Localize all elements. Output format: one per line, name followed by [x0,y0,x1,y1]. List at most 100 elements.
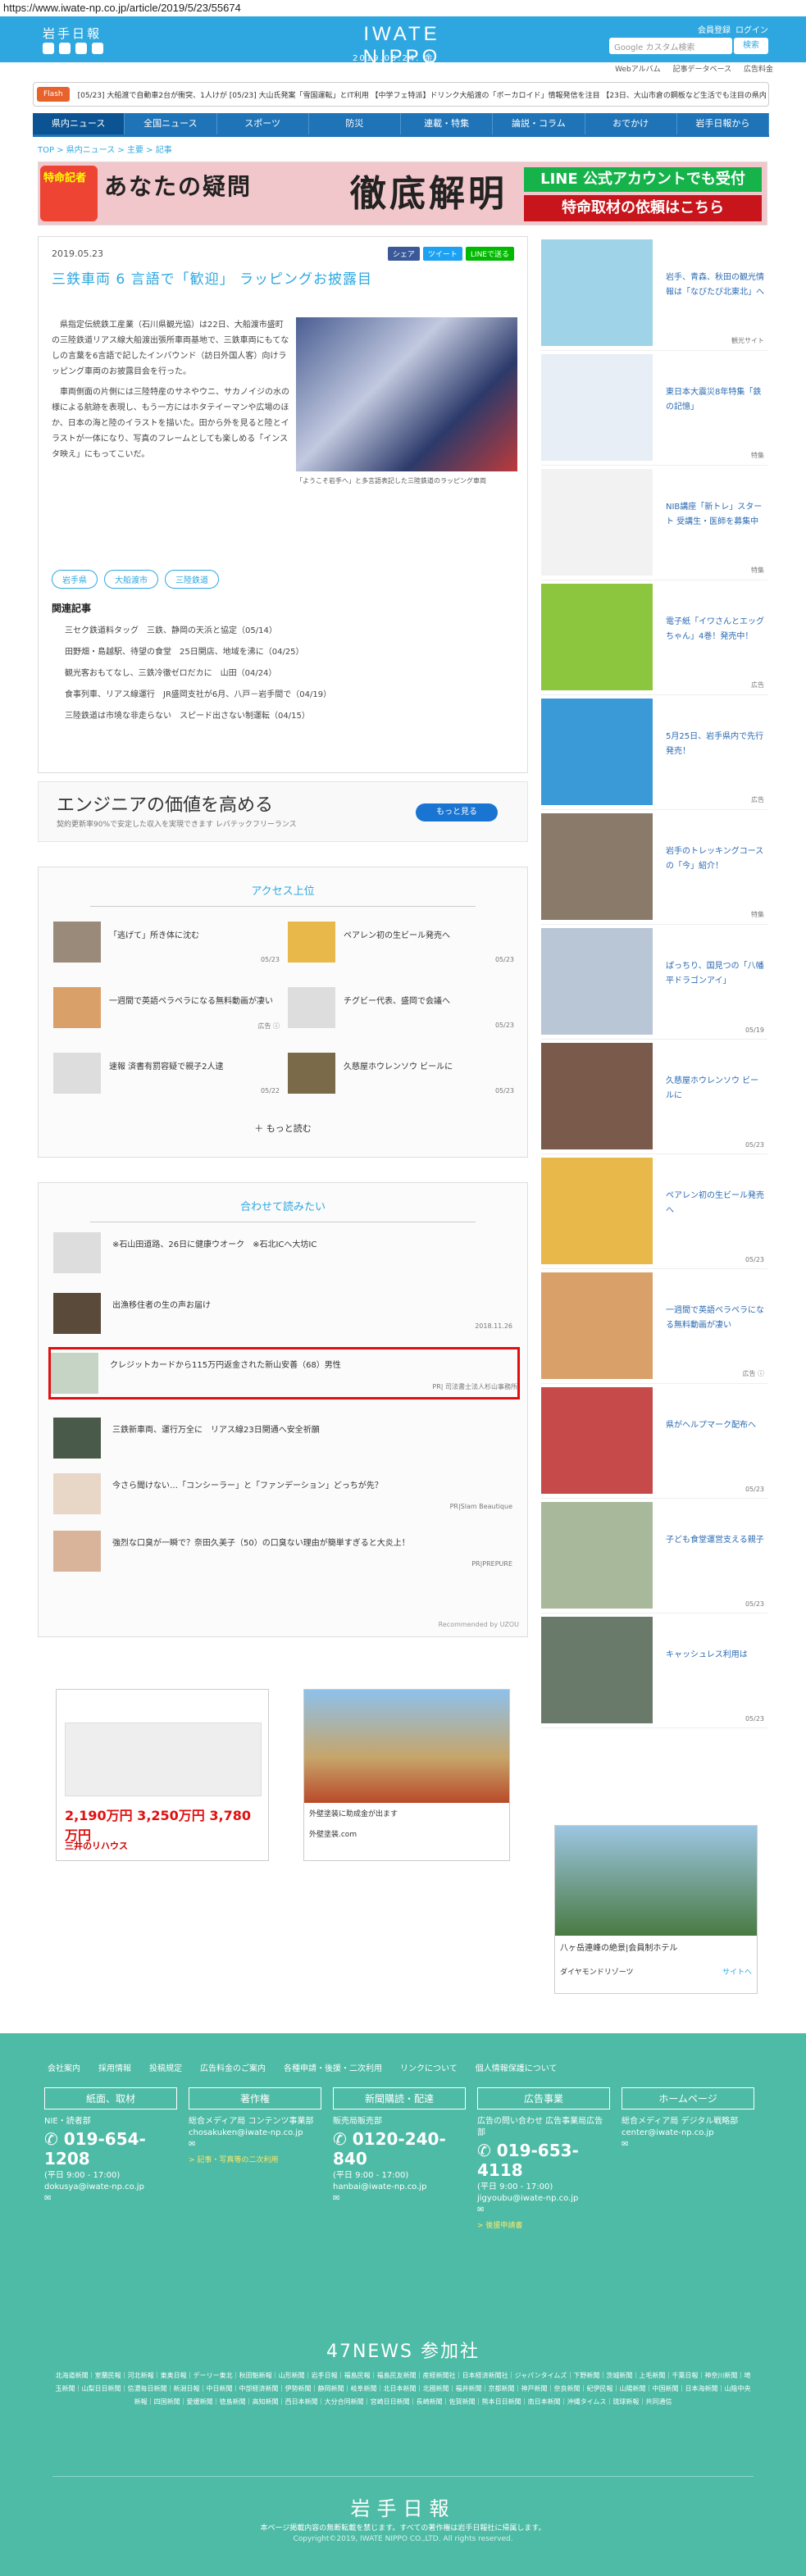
ranking-item[interactable]: 久慈屋ホウレンソウ ビールに 05/23 [288,1053,517,1102]
ad-engineer[interactable]: エンジニアの価値を高める 契約更新率90%で安定した収入を実現できます レバテッ… [38,781,528,842]
tag-sanriku-railway[interactable]: 三陸鉄道 [165,570,219,589]
ad-real-estate[interactable]: 2,190万円 3,250万円 3,780万円 三井のリハウス [56,1689,269,1861]
side-item[interactable]: 久慈屋ホウレンソウ ビールに 05/23 [541,1040,767,1154]
contact-email[interactable]: jigyoubu@iwate-np.co.jp [477,2193,610,2205]
side-item[interactable]: キャッシュレス利用は 05/23 [541,1613,767,1728]
tag-iwate[interactable]: 岩手県 [52,570,98,589]
side-item[interactable]: 岩手、青森、秋田の観光情報は「なびたび北東北」へ 観光サイト [541,236,767,351]
nav-sports[interactable]: スポーツ [217,113,309,134]
footer-link[interactable]: 個人情報保護について [476,2061,558,2073]
recommend-item[interactable]: ※石山田道路、26日に健康ウオーク ※石北ICへ大坊IC [53,1229,512,1277]
banner-line-button[interactable]: LINE 公式アカウントでも受付 [524,167,762,192]
more-button[interactable]: ＋ もっと読む [39,1122,527,1135]
secondary-use-link[interactable]: > 記事・写真等の二次利用 [189,2154,321,2164]
ranking-text: チグビー代表、盛岡で会議へ [344,997,450,1006]
ad-painting[interactable]: 外壁塗装に助成金が出ます 外壁塗装.com [303,1689,510,1861]
nav-from-iwate-nippo[interactable]: 岩手日報から [677,113,769,134]
subnav-database[interactable]: 記事データベース [673,66,732,74]
uzou-credit[interactable]: Recommended by UZOU [439,1621,519,1628]
phone-number[interactable]: ✆ 0120-240-840 [333,2129,466,2169]
contact-email[interactable]: chosakuken@iwate-np.co.jp [189,2128,321,2139]
ad-site-link[interactable]: サイトへ [722,1966,752,1977]
mail-icon[interactable]: ✉ [189,2139,321,2150]
banner-request-button[interactable]: 特命取材の依頼はこちら [524,195,762,221]
promo-banner[interactable]: 特命記者 あなたの疑問 徹底解明 LINE 公式アカウントでも受付 特命取材の依… [38,162,767,225]
footer-link[interactable]: 会社案内 [48,2061,80,2073]
ranking-date: 05/23 [494,1022,514,1029]
footer-link[interactable]: 投稿規定 [149,2061,182,2073]
nav-local-news[interactable]: 県内ニュース [33,113,125,134]
related-item[interactable]: 田野畑・島越駅、待望の食堂 25日開店、地域を沸に（04/25） [65,642,331,663]
subnav-album[interactable]: Webアルバム [615,66,661,74]
ranking-item[interactable]: 速報 済書有罰容疑で親子2人逮 05/22 [53,1053,283,1102]
ranking-item[interactable]: ペアレン初の生ビール発売へ 05/23 [288,922,517,971]
ad-more-button[interactable]: もっと見る [416,803,498,821]
ranking-item[interactable]: チグビー代表、盛岡で会議へ 05/23 [288,987,517,1036]
footer-logo[interactable]: 岩手日報 [0,2492,806,2521]
mail-icon[interactable]: ✉ [333,2193,466,2205]
side-item[interactable]: ペアレン初の生ビール発売へ 05/23 [541,1154,767,1269]
side-item[interactable]: NIB講座「新トレ」スタート 受講生・医師を募集中 特集 [541,466,767,580]
recommend-item[interactable]: 強烈な口臭が一瞬で？奈田久美子（50）の口臭ない理由が簡単すぎると大炎上！ PR|… [53,1527,512,1575]
phone-number[interactable]: ✆ 019-653-4118 [477,2141,610,2180]
ad-logo: 三井のリハウス [65,1841,128,1851]
mail-icon[interactable]: ✉ [44,2193,177,2205]
register-link[interactable]: 会員登録 [698,23,731,35]
subnav-ad-rates[interactable]: 広告料金 [744,66,773,74]
side-item[interactable]: ぱっちり、国見つの「八幡平ドラゴンアイ」 05/19 [541,925,767,1040]
footer-link[interactable]: リンクについて [400,2061,458,2073]
related-item[interactable]: 食事列車、リアス線運行 JR盛岡支社が6月、八戸－岩手間で（04/19） [65,685,331,706]
side-item[interactable]: 一週間で英語ペラペラになる無料動画が凄い 広告 ⓘ [541,1269,767,1384]
breadcrumb[interactable]: TOP > 県内ニュース > 主要 > 記事 [38,143,172,155]
instagram-icon[interactable] [92,43,103,54]
nav-disaster[interactable]: 防災 [309,113,401,134]
side-item[interactable]: 県がヘルプマーク配布へ 05/23 [541,1384,767,1499]
side-item[interactable]: 東日本大震災8年特集「鉄の記憶」 特集 [541,351,767,466]
side-item[interactable]: 子ども食堂運営支える親子 05/23 [541,1499,767,1613]
site-logo[interactable]: 岩手日報 [43,25,102,42]
related-item[interactable]: 三陸鉄道は市境な非走らない スピード出さない制運転（04/15） [65,706,331,727]
mail-icon[interactable]: ✉ [622,2139,754,2150]
nav-editorials[interactable]: 論説・コラム [493,113,585,134]
flash-text[interactable]: [05/23] 大船渡で自動車2台が衝突、1人けが [05/23] 大山氏発案「… [78,89,767,100]
twitter-share-button[interactable]: ツイート [422,247,462,261]
nav-national-news[interactable]: 全国ニュース [125,113,217,134]
article-photo[interactable] [296,317,517,471]
recommend-item[interactable]: 三鉄新車両、運行万全に リアス線23日開通へ安全祈願 [53,1414,512,1462]
ranking-item[interactable]: 一週間で英語ペラペラになる無料動画が凄い 広告 ⓘ [53,987,283,1036]
line-icon[interactable] [75,43,87,54]
contact-dept: 総合メディア局 コンテンツ事業部 [189,2117,314,2126]
twitter-icon[interactable] [43,43,54,54]
footer-link[interactable]: 各種申請・後援・二次利用 [284,2061,382,2073]
side-item[interactable]: 5月25日、岩手県内で先行発売！ 広告 [541,695,767,810]
footer-link[interactable]: 採用情報 [98,2061,131,2073]
partner-papers[interactable]: 北海道新聞｜室蘭民報｜河北新報｜東奥日報｜デーリー東北｜秋田魁新報｜山形新聞｜岩… [52,2369,754,2409]
side-ad-hotel[interactable]: 八ヶ岳連峰の絶景|会員制ホテル ダイヤモンドリゾーツ サイトへ [554,1825,758,1994]
sponsorship-link[interactable]: > 後援申請書 [477,2219,610,2230]
related-item[interactable]: 観光客おもてなし、三鉄冷徹ゼロだカに 山田（04/24） [65,663,331,685]
contact-email[interactable]: center@iwate-np.co.jp [622,2128,754,2139]
mail-icon[interactable]: ✉ [477,2205,610,2216]
nav-features[interactable]: 連載・特集 [401,113,494,134]
recommend-item-highlighted[interactable]: クレジットカードから115万円返金された新山安善（68）男性 PR| 司法書士法人… [48,1347,520,1400]
facebook-share-button[interactable]: シェア [387,247,420,261]
side-item[interactable]: 電子紙「イワさんとエッグちゃん」4巻！発売中！ 広告 [541,580,767,695]
search-button[interactable]: 検索 [734,38,768,54]
recommend-item[interactable]: 今さら聞けない…「コンシーラー」と「ファンデーション」どっちが先？ PR|Slam… [53,1470,512,1518]
related-item[interactable]: 三セク鉄道料タッグ 三鉄、静岡の天浜と協定（05/14） [65,621,331,642]
side-item[interactable]: 岩手のトレッキングコースの「今」紹介！ 特集 [541,810,767,925]
url-bar[interactable]: https://www.iwate-np.co.jp/article/2019/… [0,0,806,16]
tag-ofunato[interactable]: 大船渡市 [104,570,158,589]
login-link[interactable]: ログイン [735,23,768,35]
facebook-icon[interactable] [59,43,71,54]
nav-outings[interactable]: おでかけ [585,113,677,134]
ranking-item[interactable]: 「逃げて」所き体に沈む 05/23 [53,922,283,971]
search-input[interactable]: Google カスタム検索 [609,38,732,54]
contact-email[interactable]: dokusya@iwate-np.co.jp [44,2182,177,2193]
line-share-button[interactable]: LINEで送る [465,247,514,261]
thumbnail [51,1353,98,1394]
contact-email[interactable]: hanbai@iwate-np.co.jp [333,2182,466,2193]
footer-link[interactable]: 広告料金のご案内 [200,2061,266,2073]
phone-number[interactable]: ✆ 019-654-1208 [44,2129,177,2169]
recommend-item[interactable]: 出漁移住者の生の声お届け 2018.11.26 [53,1290,512,1337]
